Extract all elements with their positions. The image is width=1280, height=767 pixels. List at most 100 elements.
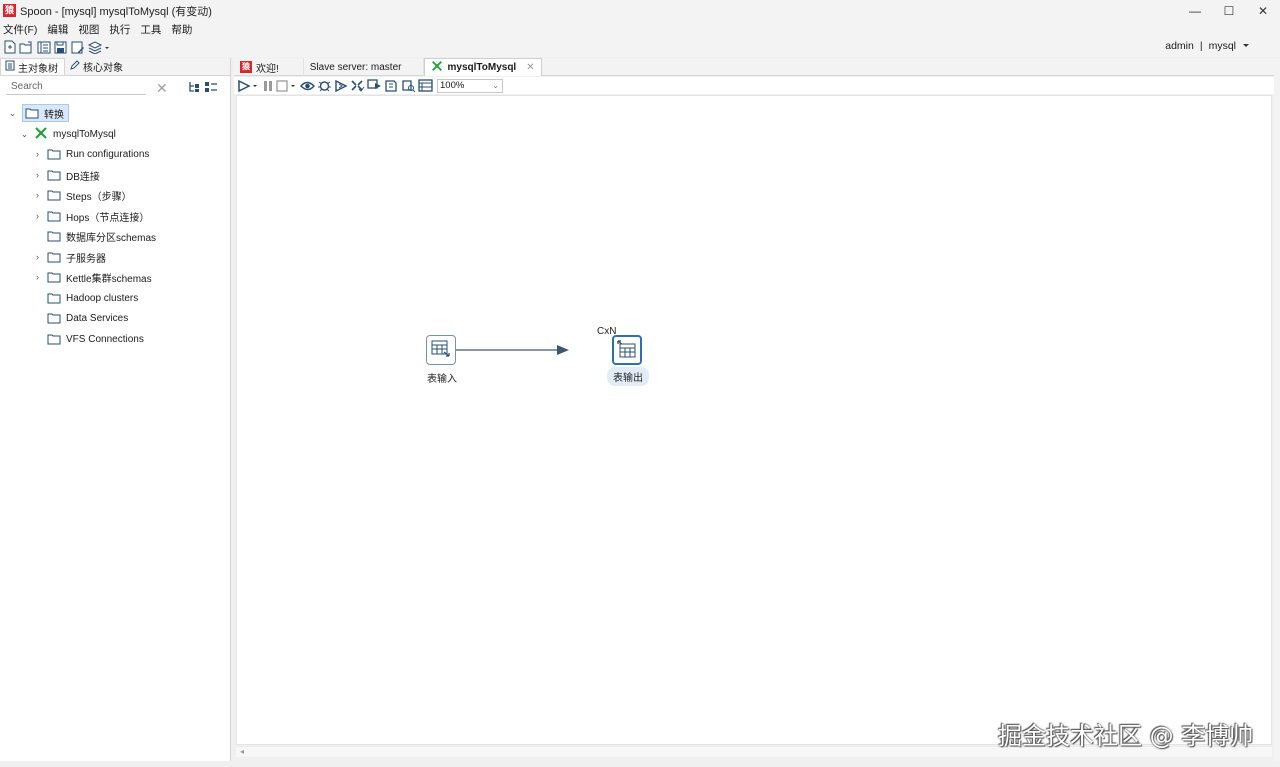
- step-table-input[interactable]: [426, 335, 456, 365]
- chevron-right-icon[interactable]: ›: [33, 149, 42, 159]
- menu-bar: 文件(F) 编辑 视图 执行 工具 帮助: [0, 21, 1280, 37]
- watermark: 掘金技术社区 @ 李博帅: [998, 722, 1254, 750]
- status-bar: [0, 761, 1280, 767]
- close-button[interactable]: ✕: [1246, 0, 1280, 21]
- preview-icon[interactable]: [300, 79, 315, 93]
- tree-node-hops[interactable]: › Hops（节点连接）: [33, 207, 149, 225]
- tree-node-label: Hops（节点连接）: [66, 212, 150, 224]
- chevron-right-icon[interactable]: ›: [33, 190, 42, 200]
- debug-icon[interactable]: [317, 79, 332, 93]
- transformation-canvas[interactable]: 表输入 CxN 表输出: [236, 95, 1272, 745]
- folder-icon: [47, 231, 61, 241]
- folder-icon: [47, 211, 61, 221]
- chevron-right-icon[interactable]: ›: [33, 170, 42, 180]
- tree-node-hadoop-clusters[interactable]: Hadoop clusters: [47, 289, 138, 307]
- chevron-down-icon[interactable]: ⌄: [492, 81, 502, 90]
- tree-node-label: Run configurations: [66, 148, 150, 160]
- step-table-output[interactable]: [612, 335, 642, 365]
- menu-tools[interactable]: 工具: [140, 22, 161, 37]
- chevron-down-icon[interactable]: ⌄: [20, 129, 29, 139]
- chevron-right-icon[interactable]: ›: [33, 272, 42, 282]
- chevron-right-icon[interactable]: ›: [33, 211, 42, 221]
- maximize-button[interactable]: ☐: [1212, 0, 1246, 21]
- run-icon[interactable]: [238, 79, 260, 93]
- transformation-icon: [34, 126, 48, 143]
- app-icon: 猿: [3, 4, 16, 17]
- folder-icon: [47, 293, 61, 303]
- menu-edit[interactable]: 编辑: [47, 22, 68, 37]
- zoom-select[interactable]: 100% ⌄: [437, 78, 503, 93]
- stop-icon[interactable]: [276, 79, 298, 93]
- tree-node-label: Steps（步骤）: [66, 191, 132, 203]
- tree-node-mysqltomysql[interactable]: ⌄ mysqlToMysql: [20, 125, 116, 143]
- step-label: 表输入: [427, 374, 457, 385]
- tree-node-label: mysqlToMysql: [53, 128, 116, 140]
- folder-icon: [47, 272, 61, 282]
- tab-slave-server[interactable]: Slave server: master: [304, 58, 425, 76]
- minimize-button[interactable]: —: [1178, 0, 1212, 21]
- tab-welcome[interactable]: 猿 欢迎!: [234, 58, 304, 76]
- chevron-right-icon[interactable]: ›: [33, 252, 42, 262]
- tree-icon: [5, 60, 15, 74]
- tab-core-objects-label: 核心对象: [83, 63, 123, 74]
- user-name: admin: [1165, 40, 1194, 52]
- layers-icon[interactable]: [86, 39, 112, 55]
- pencil-icon: [69, 59, 80, 74]
- verify-icon[interactable]: [350, 79, 365, 93]
- tree-node-db-connections[interactable]: › DB连接: [33, 166, 100, 184]
- chevron-down-icon[interactable]: ⌄: [8, 108, 17, 118]
- window-title: Spoon - [mysql] mysqlToMysql (有变动): [20, 5, 212, 18]
- replay-icon[interactable]: [334, 79, 348, 93]
- tree-node-label: 子服务器: [66, 253, 106, 265]
- main-toolbar: [0, 37, 1280, 57]
- chevron-down-icon[interactable]: [1242, 40, 1250, 52]
- save-icon[interactable]: [52, 39, 69, 55]
- save-as-icon[interactable]: [69, 39, 86, 55]
- tab-label: Slave server: master: [309, 61, 402, 73]
- vertical-scrollbar[interactable]: [1274, 58, 1280, 761]
- tree-node-vfs-connections[interactable]: VFS Connections: [47, 330, 144, 348]
- menu-help[interactable]: 帮助: [171, 22, 192, 37]
- search-input[interactable]: [6, 79, 146, 95]
- tree-node-label: Data Services: [66, 312, 129, 324]
- tree-node-slave-servers[interactable]: › 子服务器: [33, 248, 106, 266]
- tab-main-tree[interactable]: 主对象树: [0, 58, 65, 75]
- clear-search-icon[interactable]: ✕: [156, 80, 168, 97]
- tree-node-label: Hadoop clusters: [66, 292, 139, 304]
- repository-name: mysql: [1208, 40, 1236, 52]
- tab-core-objects[interactable]: 核心对象: [65, 58, 129, 75]
- tab-mysqltomysql[interactable]: mysqlToMysql ✕: [424, 58, 542, 76]
- tree-node-partition-schemas[interactable]: 数据库分区schemas: [47, 227, 156, 245]
- tab-label: mysqlToMysql: [447, 62, 517, 73]
- tree-node-cluster-schemas[interactable]: › Kettle集群schemas: [33, 268, 152, 286]
- collapse-all-icon[interactable]: [188, 81, 201, 96]
- menu-run[interactable]: 执行: [109, 22, 130, 37]
- expand-all-icon[interactable]: [204, 81, 218, 96]
- scroll-left-icon[interactable]: ◂: [240, 747, 244, 756]
- tree-node-selected[interactable]: 转换: [22, 104, 69, 122]
- menu-file[interactable]: 文件(F): [3, 22, 37, 37]
- tree-node-run-configurations[interactable]: › Run configurations: [33, 145, 149, 163]
- folder-icon: [25, 108, 39, 118]
- tree-node-data-services[interactable]: Data Services: [47, 309, 128, 327]
- menu-view[interactable]: 视图: [78, 22, 99, 37]
- explore-icon[interactable]: [35, 39, 52, 55]
- folder-icon: [47, 252, 61, 262]
- tree-node-label: 数据库分区schemas: [66, 232, 157, 244]
- tree-node-steps[interactable]: › Steps（步骤）: [33, 186, 132, 204]
- user-repository-info[interactable]: admin | mysql: [1165, 40, 1250, 52]
- impact-icon[interactable]: [367, 79, 382, 93]
- sql-icon[interactable]: [384, 79, 399, 93]
- close-tab-icon[interactable]: ✕: [526, 62, 534, 73]
- editor-tabbar: 猿 欢迎! Slave server: master mysqlToMysql …: [234, 58, 1274, 76]
- new-file-icon[interactable]: [1, 39, 18, 55]
- hop-connector[interactable]: [237, 96, 1273, 746]
- tree-node-label: DB连接: [66, 171, 100, 183]
- folder-icon: [47, 170, 61, 180]
- tree-node-transformations[interactable]: ⌄ 转换: [8, 104, 69, 122]
- explore-db-icon[interactable]: [401, 79, 416, 93]
- show-results-icon[interactable]: [418, 79, 433, 93]
- tree-node-label: 转换: [44, 109, 64, 121]
- pause-icon[interactable]: [262, 79, 274, 93]
- open-icon[interactable]: [18, 39, 35, 55]
